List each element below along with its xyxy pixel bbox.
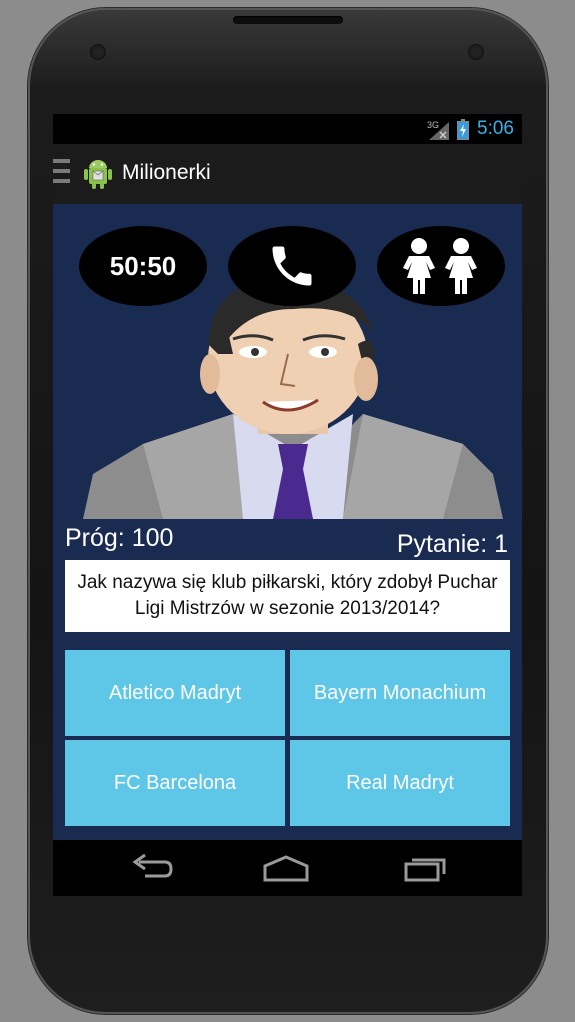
back-icon[interactable] (125, 852, 175, 884)
phone-a-friend-button[interactable] (228, 226, 356, 306)
clock: 5:06 (477, 118, 514, 139)
answer-button-c[interactable]: FC Barcelona (65, 740, 285, 826)
question-number: Pytanie: 1 (396, 530, 508, 558)
app-title: Milionerki (122, 161, 211, 184)
fifty-fifty-button[interactable]: 50:50 (79, 226, 207, 306)
menu-icon[interactable] (53, 159, 71, 189)
android-app-icon[interactable] (83, 158, 113, 190)
screen: 3G 5:06 Milionerki 50:50 Próg: 100 Pytan… (53, 114, 522, 896)
answer-label: Bayern Monachium (313, 681, 487, 704)
answer-button-a[interactable]: Atletico Madryt (65, 650, 285, 736)
sensor (90, 44, 106, 60)
speaker-grille (233, 16, 343, 24)
recents-icon[interactable] (401, 852, 451, 884)
action-bar: Milionerki (53, 144, 522, 206)
threshold-label: Próg: 100 (65, 524, 174, 552)
answer-button-b[interactable]: Bayern Monachium (290, 650, 510, 736)
navigation-bar (53, 840, 522, 896)
answer-label: Real Madryt (346, 771, 454, 794)
answer-label: FC Barcelona (113, 771, 237, 794)
signal-icon (429, 122, 449, 140)
answer-button-d[interactable]: Real Madryt (290, 740, 510, 826)
home-icon[interactable] (261, 852, 311, 884)
ask-audience-button[interactable] (377, 226, 505, 306)
phone-icon (272, 246, 312, 286)
status-bar: 3G 5:06 (53, 114, 522, 144)
audience-icon (403, 238, 477, 294)
answer-label: Atletico Madryt (108, 681, 242, 704)
front-camera (468, 44, 484, 60)
game-content: 50:50 Próg: 100 Pytanie: 1 Jak nazywa si… (53, 204, 522, 840)
question-text: Jak nazywa się klub piłkarski, który zdo… (65, 560, 510, 632)
fifty-fifty-label: 50:50 (109, 250, 177, 281)
battery-icon (457, 119, 469, 140)
host-illustration (83, 278, 503, 519)
